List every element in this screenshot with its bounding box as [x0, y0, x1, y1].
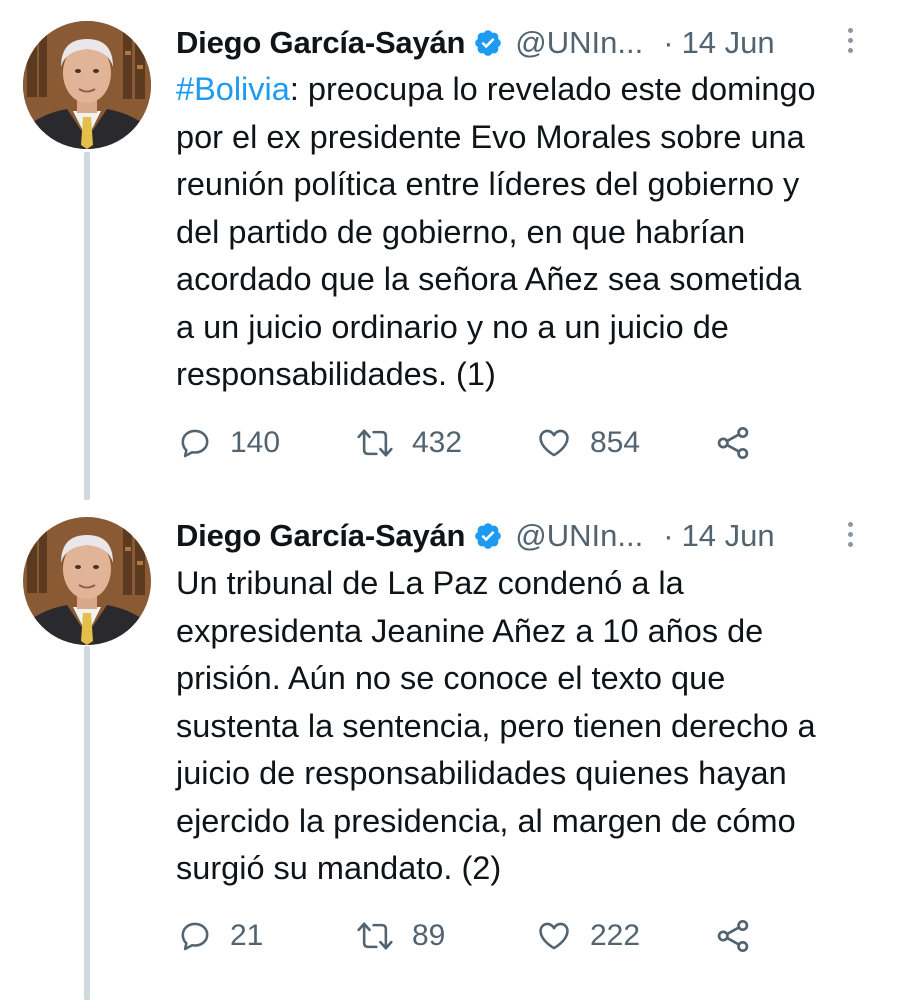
tweet-text-line: surgió su mandato. (2) — [176, 850, 502, 886]
tweet-text: #Bolivia: preocupa lo revelado este domi… — [176, 66, 876, 399]
tweet-text-line: #Bolivia: preocupa lo revelado este domi… — [176, 66, 876, 114]
tweet-date[interactable]: 14 Jun — [682, 518, 775, 554]
retweet-icon — [357, 429, 393, 457]
retweet-icon — [357, 922, 393, 950]
tweet-text-line: juicio de responsabilidades quienes haya… — [176, 755, 787, 791]
verified-badge-icon — [475, 30, 502, 56]
thread-connector-line — [84, 152, 90, 500]
author-name[interactable]: Diego García-Sayán — [176, 25, 465, 61]
tweet-text-line: Un tribunal de La Paz condenó a la — [176, 565, 684, 601]
share-button[interactable] — [715, 916, 751, 956]
reply-button[interactable]: 140 — [178, 423, 280, 463]
date-separator: · — [663, 25, 674, 60]
like-button[interactable]: 222 — [536, 916, 640, 956]
reply-count: 140 — [230, 426, 281, 459]
more-vertical-icon[interactable] — [844, 522, 856, 552]
tweet-text-line: sustenta la sentencia, pero tienen derec… — [176, 707, 816, 744]
tweet-text-line: por el ex presidente Evo Morales sobre u… — [176, 118, 805, 155]
tweet-text-fragment: : preocupa lo revelado este domingo — [289, 71, 816, 107]
tweet[interactable]: Diego García-Sayán @UNIn... · 14 Jun #Bo… — [0, 0, 897, 500]
avatar[interactable] — [23, 21, 151, 149]
avatar-photo — [23, 517, 151, 645]
avatar-photo — [23, 21, 151, 149]
hashtag-link[interactable]: #Bolivia — [176, 71, 290, 107]
tweet-text-line: acordado que la señora Añez sea sometida — [176, 261, 802, 297]
author-handle[interactable]: @UNIn... — [515, 25, 643, 61]
tweet-text-line: ejercido la presidencia, al margen de có… — [176, 802, 796, 839]
date-separator: · — [663, 518, 674, 553]
more-vertical-icon[interactable] — [844, 28, 856, 58]
tweet-actions: 140 432 854 — [178, 423, 778, 463]
reply-button[interactable]: 21 — [178, 916, 263, 956]
author-name[interactable]: Diego García-Sayán — [176, 518, 465, 554]
like-button[interactable]: 854 — [536, 423, 640, 463]
tweet-actions: 21 89 222 — [178, 916, 778, 956]
reply-count: 21 — [230, 919, 264, 952]
share-icon — [717, 919, 749, 953]
tweet-header: Diego García-Sayán @UNIn... · 14 Jun — [176, 516, 775, 556]
author-handle[interactable]: @UNIn... — [515, 518, 643, 554]
verified-badge-icon — [475, 523, 502, 549]
tweet-text: Un tribunal de La Paz condenó a la expre… — [176, 560, 876, 893]
retweet-count: 89 — [412, 919, 446, 952]
retweet-button[interactable]: 89 — [356, 916, 445, 956]
tweet-text-line: reunión política entre líderes del gobie… — [176, 166, 800, 202]
avatar[interactable] — [23, 517, 151, 645]
share-button[interactable] — [715, 423, 751, 463]
tweet[interactable]: Diego García-Sayán @UNIn... · 14 Jun Un … — [0, 500, 897, 1000]
thread-connector-line — [84, 646, 90, 1000]
retweet-count: 432 — [412, 426, 463, 459]
tweet-date[interactable]: 14 Jun — [682, 25, 775, 61]
tweet-text-line: responsabilidades. (1) — [176, 356, 496, 392]
tweet-text-line: expresidenta Jeanine Añez a 10 años de — [176, 612, 764, 649]
like-count: 222 — [590, 919, 641, 952]
heart-icon — [539, 429, 569, 457]
tweet-header: Diego García-Sayán @UNIn... · 14 Jun — [176, 23, 775, 63]
share-icon — [717, 426, 749, 460]
heart-icon — [539, 922, 569, 950]
reply-icon — [181, 922, 209, 951]
like-count: 854 — [590, 426, 641, 459]
reply-icon — [181, 429, 209, 458]
retweet-button[interactable]: 432 — [356, 423, 462, 463]
tweet-text-line: del partido de gobierno, en que habrían — [176, 213, 746, 250]
tweet-text-line: a un juicio ordinario y no a un juicio d… — [176, 308, 729, 345]
tweet-text-line: prisión. Aún no se conoce el texto que — [176, 660, 726, 696]
